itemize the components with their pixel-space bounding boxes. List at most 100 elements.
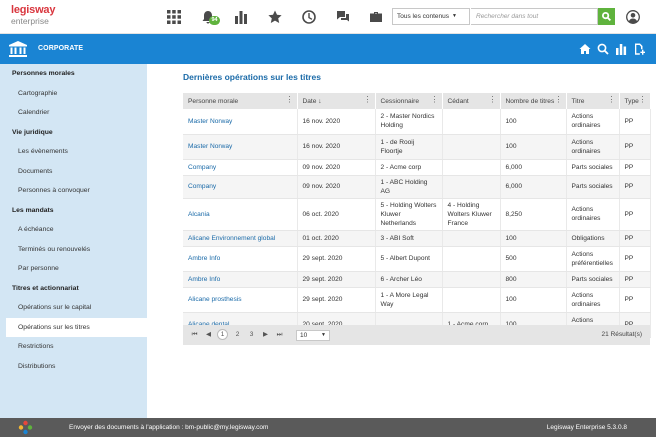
next-page-button[interactable]: ▶ <box>260 329 271 340</box>
app-logo[interactable]: legisway enterprise <box>11 5 55 26</box>
table-row[interactable]: Alicane prosthesis 29 sept. 2020 1 - A Mor… <box>183 287 651 313</box>
cell-personne-morale[interactable]: Company <box>183 159 298 176</box>
page-button-3[interactable]: 3 <box>246 329 257 340</box>
table-row[interactable]: Master Norway 16 nov. 2020 1 - de Rooij Fl… <box>183 134 651 160</box>
column-menu-icon[interactable]: ⋮ <box>364 96 372 104</box>
cell-personne-morale[interactable]: Alicane Environnement global <box>183 230 298 247</box>
cell-date: 09 nov. 2020 <box>297 159 376 176</box>
cell-titre: Obligations <box>566 230 620 247</box>
last-page-button[interactable]: ⏭ <box>274 329 285 340</box>
cell-nombre-titres: 100 <box>500 230 567 247</box>
sidebar-item-restrictions[interactable]: Restrictions <box>0 337 147 357</box>
sidebar-item-operations-capital[interactable]: Opérations sur le capital <box>0 298 147 318</box>
cell-cessionnaire: 1 - ABC Holding AG <box>375 175 443 199</box>
briefcase-icon[interactable] <box>368 9 384 25</box>
sidebar-item-personnes-a-convoquer[interactable]: Personnes à convoquer <box>0 181 147 201</box>
cell-cedant <box>442 134 501 160</box>
footer-version: Legisway Enterprise 5.3.0.8 <box>546 424 627 431</box>
sidebar-item-documents[interactable]: Documents <box>0 162 147 182</box>
chat-icon[interactable] <box>335 9 351 25</box>
column-menu-icon[interactable]: ⋮ <box>286 96 294 104</box>
table-row[interactable]: Ambre Info 29 sept. 2020 6 - Archer Léo 800… <box>183 271 651 288</box>
cell-date: 29 sept. 2020 <box>297 246 376 272</box>
cell-type: PP <box>619 287 651 313</box>
cell-personne-morale[interactable]: Ambre Info <box>183 271 298 288</box>
cell-titre: Actions ordinaires <box>566 134 620 160</box>
column-header-nombre-titres[interactable]: Nombre de titres ⋮ <box>500 93 567 109</box>
cell-nombre-titres: 8,250 <box>500 198 567 231</box>
cell-nombre-titres: 100 <box>500 134 567 160</box>
clock-icon[interactable] <box>301 9 317 25</box>
page-button-1[interactable]: 1 <box>217 329 228 340</box>
caret-down-icon: ▼ <box>452 13 457 19</box>
cell-cessionnaire: 5 - Albert Dupont <box>375 246 443 272</box>
cell-titre: Parts sociales <box>566 271 620 288</box>
cell-personne-morale[interactable]: Master Norway <box>183 134 298 160</box>
sidebar-item-distributions[interactable]: Distributions <box>0 357 147 377</box>
table-row[interactable]: Company 09 nov. 2020 2 - Acme corp 6,000 Par… <box>183 159 651 176</box>
table-row[interactable]: Master Norway 16 nov. 2020 2 - Master Nord… <box>183 109 651 135</box>
sidebar-item-operations-titres[interactable]: Opérations sur les titres <box>6 317 147 337</box>
cell-personne-morale[interactable]: Alcania <box>183 198 298 231</box>
page-size-select[interactable]: 10 ▼ <box>296 330 330 341</box>
column-header-titre[interactable]: Titre ⋮ <box>566 93 620 109</box>
grid-icon[interactable] <box>166 9 182 25</box>
cell-personne-morale[interactable]: Company <box>183 175 298 199</box>
cell-date: 29 sept. 2020 <box>297 271 376 288</box>
column-header-date[interactable]: Date ↓ ⋮ <box>297 93 376 109</box>
footer-upload-text: Envoyer des documents à l'application : … <box>69 424 269 431</box>
column-header-cedant[interactable]: Cédant ⋮ <box>442 93 501 109</box>
bar-chart-icon[interactable] <box>233 9 249 25</box>
star-icon[interactable] <box>267 9 283 25</box>
sidebar-section-title: Personnes morales <box>12 70 75 77</box>
sidebar-item-cartographie[interactable]: Cartographie <box>0 84 147 104</box>
header-bar-chart-icon[interactable] <box>615 43 627 55</box>
table-header-row: Personne morale ⋮ Date ↓ ⋮ Cessionnaire ⋮ C… <box>183 93 651 109</box>
user-avatar-icon[interactable] <box>626 10 640 24</box>
page-button-2[interactable]: 2 <box>232 329 243 340</box>
scope-select[interactable]: Tous les contenus ▼ <box>392 8 470 25</box>
cell-date: 09 nov. 2020 <box>297 175 376 199</box>
cell-personne-morale[interactable]: Ambre Info <box>183 246 298 272</box>
logo-line2: enterprise <box>11 16 49 26</box>
table-row[interactable]: Alcania 06 oct. 2020 5 - Holding Wolters K… <box>183 198 651 231</box>
cell-titre: Actions ordinaires <box>566 198 620 231</box>
cell-type: PP <box>619 246 651 272</box>
cell-cessionnaire: 1 - de Rooij Floortje <box>375 134 443 160</box>
search-button[interactable] <box>598 8 615 25</box>
table-row[interactable]: Company 09 nov. 2020 1 - ABC Holding AG 6,0… <box>183 175 651 199</box>
first-page-button[interactable]: ⏮ <box>189 329 200 340</box>
chevron-down-icon: ▼ <box>321 332 326 338</box>
header-search-icon[interactable] <box>597 43 609 55</box>
top-bar: legisway enterprise 94 Tous les contenus… <box>0 0 656 34</box>
column-menu-icon[interactable]: ⋮ <box>555 96 563 104</box>
prev-page-button[interactable]: ◀ <box>203 329 214 340</box>
column-menu-icon[interactable]: ⋮ <box>431 96 439 104</box>
cell-cedant <box>442 287 501 313</box>
cell-personne-morale[interactable]: Alicane prosthesis <box>183 287 298 313</box>
cell-date: 01 oct. 2020 <box>297 230 376 247</box>
cell-type: PP <box>619 159 651 176</box>
cell-nombre-titres: 100 <box>500 109 567 135</box>
column-menu-icon[interactable]: ⋮ <box>639 96 647 104</box>
logo-line1: legisway <box>11 4 56 16</box>
sidebar-item-evenements[interactable]: Les évènements <box>0 142 147 162</box>
cell-cessionnaire: 1 - A More Legal Way <box>375 287 443 313</box>
sidebar-item-calendrier[interactable]: Calendrier <box>0 103 147 123</box>
cell-personne-morale[interactable]: Master Norway <box>183 109 298 135</box>
add-document-icon[interactable] <box>633 43 645 55</box>
bell-icon[interactable]: 94 <box>200 9 221 25</box>
column-header-cessionnaire[interactable]: Cessionnaire ⋮ <box>375 93 443 109</box>
table-row[interactable]: Alicane Environnement global 01 oct. 2020… <box>183 230 651 247</box>
home-icon[interactable] <box>579 43 591 55</box>
sidebar-item-a-echeance[interactable]: A échéance <box>0 220 147 240</box>
column-header-type[interactable]: Type ⋮ <box>619 93 651 109</box>
cell-date: 16 nov. 2020 <box>297 134 376 160</box>
column-header-personne-morale[interactable]: Personne morale ⋮ <box>183 93 298 109</box>
table-row[interactable]: Ambre Info 29 sept. 2020 5 - Albert Dupont… <box>183 246 651 272</box>
column-menu-icon[interactable]: ⋮ <box>489 96 497 104</box>
sidebar-item-par-personne[interactable]: Par personne <box>0 259 147 279</box>
column-menu-icon[interactable]: ⋮ <box>608 96 616 104</box>
search-input[interactable] <box>471 8 598 25</box>
sidebar-item-termines[interactable]: Terminés ou renouvelés <box>0 240 147 260</box>
